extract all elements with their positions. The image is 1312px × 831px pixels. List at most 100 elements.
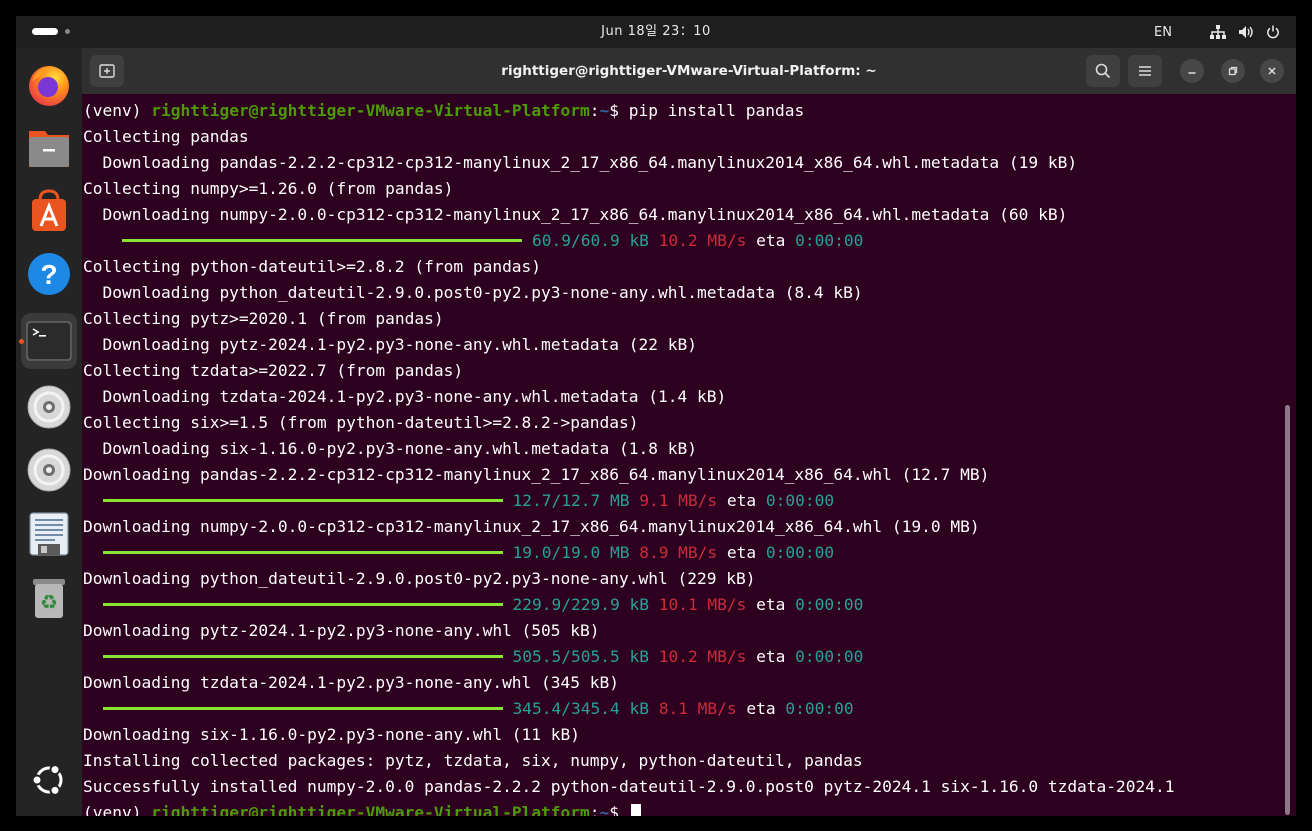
dock-files[interactable] xyxy=(21,120,77,176)
dock: ? ♻ xyxy=(16,48,82,816)
progress-speed: 10.2 MB/s xyxy=(658,647,747,666)
output-line: Downloading tzdata-2024.1-py2.py3-none-a… xyxy=(83,673,620,692)
output-line: Downloading numpy-2.0.0-cp312-cp312-many… xyxy=(83,205,1068,224)
menu-button[interactable] xyxy=(1128,55,1162,87)
power-icon xyxy=(1266,25,1280,39)
output-line: Downloading pandas-2.2.2-cp312-cp312-man… xyxy=(83,465,990,484)
dock-trash[interactable]: ♻ xyxy=(21,570,77,626)
minimize-icon xyxy=(1188,72,1196,74)
output-line: Collecting tzdata>=2022.7 (from pandas) xyxy=(83,361,464,380)
output-line: Downloading six-1.16.0-py2.py3-none-any.… xyxy=(83,725,581,744)
close-button[interactable] xyxy=(1260,59,1284,83)
minimize-button[interactable] xyxy=(1180,59,1204,83)
output-line: Downloading tzdata-2024.1-py2.py3-none-a… xyxy=(83,387,727,406)
network-icon xyxy=(1210,25,1226,39)
top-bar: Jun 18일 23：10 EN xyxy=(16,16,1296,48)
prompt-path: ~ xyxy=(599,803,610,816)
system-tray[interactable]: EN xyxy=(1154,16,1280,48)
files-icon xyxy=(29,131,69,167)
running-indicator xyxy=(19,339,24,344)
progress-speed: 10.1 MB/s xyxy=(658,595,747,614)
progress-size: 12.7/12.7 MB xyxy=(512,491,630,510)
progress-size: 345.4/345.4 kB xyxy=(512,699,649,718)
text-editor-icon xyxy=(29,512,69,556)
help-icon: ? xyxy=(28,253,70,295)
clock[interactable]: Jun 18일 23：10 xyxy=(16,16,1296,48)
eta-label: eta xyxy=(726,491,757,510)
maximize-button[interactable] xyxy=(1221,59,1245,83)
eta-label: eta xyxy=(756,231,786,250)
eta-label: eta xyxy=(726,543,757,562)
progress-speed: 8.9 MB/s xyxy=(639,543,718,562)
prompt-venv: (venv) xyxy=(83,101,152,120)
svg-text:?: ? xyxy=(40,259,57,290)
progress-eta: 0:00:00 xyxy=(795,647,864,666)
dock-disc-1[interactable] xyxy=(21,379,77,435)
dock-disc-2[interactable] xyxy=(21,442,77,498)
window-header: righttiger@righttiger-VMware-Virtual-Pla… xyxy=(82,48,1296,94)
dock-help[interactable]: ? xyxy=(21,246,77,302)
progress-line: 12.7/12.7 MB 9.1 MB/s eta 0:00:00 xyxy=(83,488,834,514)
progress-size: 505.5/505.5 kB xyxy=(512,647,649,666)
terminal-output[interactable]: (venv) righttiger@righttiger-VMware-Virt… xyxy=(82,98,1280,816)
prompt-command: pip install pandas xyxy=(628,101,805,120)
output-line: Collecting python-dateutil>=2.8.2 (from … xyxy=(83,257,542,276)
eta-label: eta xyxy=(756,647,786,666)
svg-text:♻: ♻ xyxy=(40,590,58,614)
progress-eta: 0:00:00 xyxy=(785,699,854,718)
prompt-line: (venv) righttiger@righttiger-VMware-Virt… xyxy=(83,98,804,124)
progress-size: 229.9/229.9 kB xyxy=(512,595,649,614)
progress-bar xyxy=(102,499,503,502)
progress-speed: 9.1 MB/s xyxy=(639,491,718,510)
output-line: Successfully installed numpy-2.0.0 panda… xyxy=(83,777,1175,796)
prompt-dollar: $ xyxy=(609,803,629,816)
dock-firefox[interactable] xyxy=(21,57,77,113)
eta-label: eta xyxy=(746,699,776,718)
output-line: Downloading pandas-2.2.2-cp312-cp312-man… xyxy=(83,153,1078,172)
scrollbar[interactable] xyxy=(1285,405,1290,815)
disc-icon xyxy=(27,385,71,429)
language-indicator[interactable]: EN xyxy=(1154,25,1172,40)
progress-line: 60.9/60.9 kB 10.2 MB/s eta 0:00:00 xyxy=(83,228,863,254)
output-line: Collecting six>=1.5 (from python-dateuti… xyxy=(83,413,639,432)
output-line: Collecting pandas xyxy=(83,127,249,146)
progress-size: 19.0/19.0 MB xyxy=(512,543,630,562)
progress-speed: 10.2 MB/s xyxy=(658,231,747,250)
prompt-userhost: righttiger@righttiger-VMware-Virtual-Pla… xyxy=(151,803,590,816)
progress-bar xyxy=(102,551,503,554)
output-line: Collecting pytz>=2020.1 (from pandas) xyxy=(83,309,444,328)
dock-app-center[interactable] xyxy=(21,183,77,239)
volume-icon xyxy=(1238,25,1254,39)
progress-line: 505.5/505.5 kB 10.2 MB/s eta 0:00:00 xyxy=(83,644,863,670)
prompt-userhost: righttiger@righttiger-VMware-Virtual-Pla… xyxy=(151,101,590,120)
prompt-dollar: $ xyxy=(609,101,629,120)
progress-speed: 8.1 MB/s xyxy=(658,699,737,718)
progress-eta: 0:00:00 xyxy=(795,595,864,614)
progress-line: 345.4/345.4 kB 8.1 MB/s eta 0:00:00 xyxy=(83,696,854,722)
dock-terminal[interactable] xyxy=(19,313,77,369)
progress-size: 60.9/60.9 kB xyxy=(531,231,649,250)
output-line: Collecting numpy>=1.26.0 (from pandas) xyxy=(83,179,454,198)
firefox-icon xyxy=(29,66,69,106)
search-icon xyxy=(1095,63,1111,79)
final-prompt-line: (venv) righttiger@righttiger-VMware-Virt… xyxy=(83,800,641,816)
progress-eta: 0:00:00 xyxy=(795,231,864,250)
terminal-window: righttiger@righttiger-VMware-Virtual-Pla… xyxy=(82,48,1296,816)
output-line: Downloading six-1.16.0-py2.py3-none-any.… xyxy=(83,439,697,458)
ubuntu-logo-icon xyxy=(31,764,63,796)
prompt-path: ~ xyxy=(599,101,610,120)
progress-bar xyxy=(102,603,503,606)
output-line: Downloading python_dateutil-2.9.0.post0-… xyxy=(83,569,756,588)
progress-eta: 0:00:00 xyxy=(765,543,835,562)
close-icon xyxy=(1268,67,1276,75)
progress-line: 19.0/19.0 MB 8.9 MB/s eta 0:00:00 xyxy=(83,540,834,566)
progress-bar xyxy=(121,239,522,242)
dock-text-editor[interactable] xyxy=(21,506,77,562)
output-line: Downloading numpy-2.0.0-cp312-cp312-many… xyxy=(83,517,980,536)
prompt-venv: (venv) xyxy=(83,803,152,816)
search-button[interactable] xyxy=(1086,55,1120,87)
text-cursor xyxy=(630,804,641,816)
prompt-colon: : xyxy=(589,803,600,816)
output-line: Downloading python_dateutil-2.9.0.post0-… xyxy=(83,283,863,302)
show-apps-button[interactable] xyxy=(21,752,77,808)
